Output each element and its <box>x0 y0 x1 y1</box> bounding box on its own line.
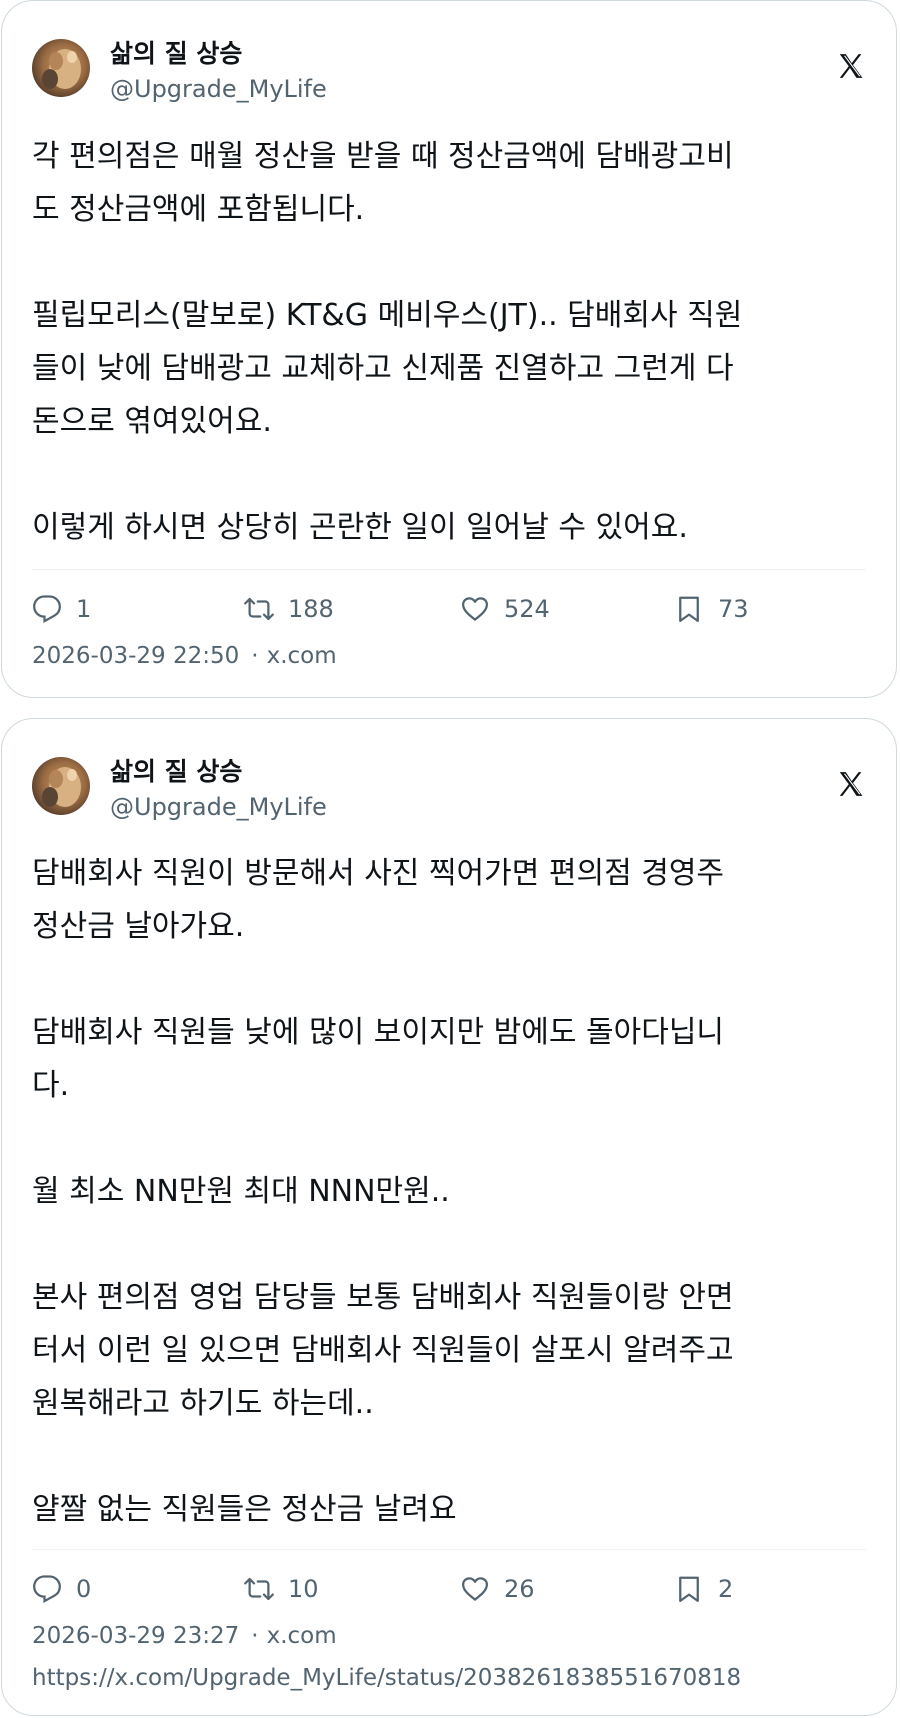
bookmark-count: 73 <box>718 595 749 623</box>
like-button[interactable]: 524 <box>460 589 550 629</box>
like-count: 26 <box>504 1575 535 1603</box>
avatar[interactable] <box>32 39 90 97</box>
retweet-icon <box>244 1577 274 1601</box>
reply-count: 1 <box>76 595 92 623</box>
bookmark-count: 2 <box>718 1575 734 1603</box>
author-name[interactable]: 삶의 질 상승 <box>110 757 242 787</box>
source-link[interactable]: x.com <box>267 643 337 669</box>
x-logo-icon[interactable] <box>836 769 866 799</box>
bookmark-icon <box>679 596 699 622</box>
heart-icon <box>462 1577 488 1601</box>
reply-icon <box>33 595 61 623</box>
tweet-card[interactable]: 삶의 질 상승 @Upgrade_MyLife 담배회사 직원이 방문해서 사진… <box>1 718 897 1716</box>
separator-dot: · <box>251 643 259 669</box>
tweet-url-link[interactable]: https://x.com/Upgrade_MyLife/status/2038… <box>32 1663 741 1693</box>
divider <box>32 569 866 570</box>
tweet-text: 담배회사 직원이 방문해서 사진 찍어가면 편의점 경영주 정산금 날아가요. … <box>32 856 734 1527</box>
reply-button[interactable]: 1 <box>32 589 91 629</box>
reply-count: 0 <box>76 1575 92 1603</box>
tweet-actions: 0 10 26 2 <box>32 1569 866 1609</box>
reply-icon <box>33 1575 61 1603</box>
x-logo-icon[interactable] <box>836 51 866 81</box>
author-handle[interactable]: @Upgrade_MyLife <box>110 75 327 103</box>
like-count: 524 <box>504 595 550 623</box>
tweet-header: 삶의 질 상승 @Upgrade_MyLife <box>32 39 866 103</box>
retweet-count: 10 <box>288 1575 319 1603</box>
author-handle[interactable]: @Upgrade_MyLife <box>110 793 327 821</box>
avatar[interactable] <box>32 757 90 815</box>
retweet-icon <box>244 597 274 621</box>
bookmark-button[interactable]: 2 <box>674 1569 733 1609</box>
retweet-button[interactable]: 10 <box>244 1569 319 1609</box>
tweet-meta: 2026-03-29 23:27 · x.com <box>32 1621 337 1651</box>
timestamp[interactable]: 2026-03-29 22:50 <box>32 643 239 669</box>
bookmark-icon <box>679 1576 699 1602</box>
retweet-count: 188 <box>288 595 334 623</box>
tweet-meta: 2026-03-29 22:50 · x.com <box>32 641 337 671</box>
tweet-actions: 1 188 524 73 <box>32 589 866 629</box>
timestamp[interactable]: 2026-03-29 23:27 <box>32 1623 239 1649</box>
tweet-header: 삶의 질 상승 @Upgrade_MyLife <box>32 757 866 821</box>
source-link[interactable]: x.com <box>267 1623 337 1649</box>
heart-icon <box>462 597 488 621</box>
separator-dot: · <box>251 1623 259 1649</box>
like-button[interactable]: 26 <box>460 1569 535 1609</box>
bookmark-button[interactable]: 73 <box>674 589 749 629</box>
tweet-text: 각 편의점은 매월 정산을 받을 때 정산금액에 담배광고비 도 정산금액에 포… <box>32 139 743 545</box>
divider <box>32 1549 866 1550</box>
reply-button[interactable]: 0 <box>32 1569 91 1609</box>
retweet-button[interactable]: 188 <box>244 589 334 629</box>
author-name[interactable]: 삶의 질 상승 <box>110 39 242 69</box>
tweet-card[interactable]: 삶의 질 상승 @Upgrade_MyLife 각 편의점은 매월 정산을 받을… <box>1 0 897 698</box>
